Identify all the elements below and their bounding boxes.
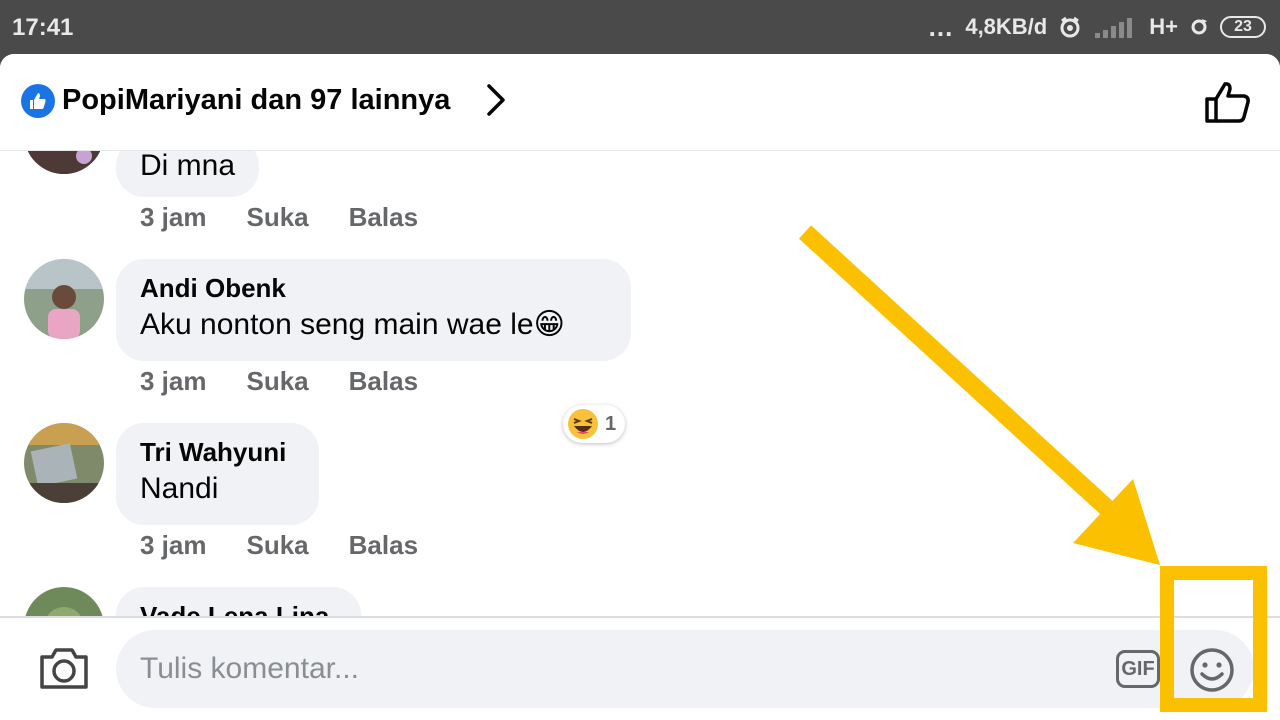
laughing-face-icon bbox=[568, 409, 598, 439]
reply-link[interactable]: Balas bbox=[349, 530, 418, 561]
comment-text: Aku nonton seng main wae le😁 bbox=[140, 308, 565, 341]
like-link[interactable]: Suka bbox=[247, 366, 309, 397]
avatar[interactable] bbox=[24, 587, 104, 616]
comment-bubble[interactable]: Tri Wahyuni Nandi bbox=[116, 423, 319, 525]
comment-text: Di mna bbox=[140, 149, 236, 182]
thumbs-up-icon[interactable] bbox=[1204, 80, 1252, 129]
comment-input-container[interactable]: GIF bbox=[116, 630, 1254, 708]
sync-icon bbox=[1190, 18, 1208, 36]
annotation-highlight-box bbox=[1160, 566, 1267, 712]
comments-sheet: Di mna 3 jam Suka Balas Andi Obenk Aku n… bbox=[0, 54, 1280, 720]
like-link[interactable]: Suka bbox=[247, 530, 309, 561]
comment-time[interactable]: 3 jam bbox=[140, 366, 207, 397]
signal-icon bbox=[1093, 16, 1137, 38]
like-link[interactable]: Suka bbox=[247, 202, 309, 233]
comment-actions: 3 jam Suka Balas bbox=[140, 202, 418, 233]
chevron-right-icon[interactable] bbox=[484, 82, 508, 123]
status-bar: 17:41 ... 4,8KB/d H+ 23 bbox=[0, 0, 1280, 54]
comment-time[interactable]: 3 jam bbox=[140, 530, 207, 561]
reply-link[interactable]: Balas bbox=[349, 366, 418, 397]
status-dots: ... bbox=[928, 12, 954, 42]
comment-author[interactable]: Andi Obenk bbox=[140, 271, 607, 305]
reaction-count: 1 bbox=[605, 412, 617, 435]
reaction-badge[interactable]: 1 bbox=[563, 405, 625, 443]
gif-label: GIF bbox=[1121, 657, 1155, 680]
alarm-icon bbox=[1059, 16, 1081, 38]
reply-link[interactable]: Balas bbox=[349, 202, 418, 233]
camera-icon[interactable] bbox=[38, 645, 90, 696]
network-type: H+ bbox=[1149, 14, 1178, 39]
comment-bubble[interactable]: Vade Lena Lina bbox=[116, 587, 361, 616]
header-title[interactable]: PopiMariyani dan 97 lainnya bbox=[62, 84, 450, 117]
comment-time[interactable]: 3 jam bbox=[140, 202, 207, 233]
status-icons: ... 4,8KB/d H+ 23 bbox=[929, 12, 1266, 42]
comment-text: Nandi bbox=[140, 472, 219, 505]
comment-input[interactable] bbox=[140, 646, 1040, 692]
comment-actions: 3 jam Suka Balas bbox=[140, 530, 418, 561]
avatar[interactable] bbox=[24, 259, 104, 339]
status-time: 17:41 bbox=[12, 14, 74, 41]
like-badge-icon bbox=[21, 84, 55, 118]
comment-composer: GIF bbox=[0, 616, 1280, 720]
network-speed: 4,8KB/d bbox=[965, 14, 1048, 39]
battery-icon: 23 bbox=[1220, 16, 1266, 38]
gif-icon[interactable]: GIF bbox=[1116, 650, 1160, 688]
reactions-header[interactable]: PopiMariyani dan 97 lainnya bbox=[0, 54, 1280, 151]
avatar[interactable] bbox=[24, 423, 104, 503]
comment-actions: 3 jam Suka Balas bbox=[140, 366, 418, 397]
comment-author[interactable]: Tri Wahyuni bbox=[140, 435, 295, 469]
comment-author[interactable]: Vade Lena Lina bbox=[140, 599, 337, 616]
comment-bubble[interactable]: Andi Obenk Aku nonton seng main wae le😁 bbox=[116, 259, 631, 361]
battery-level: 23 bbox=[1234, 18, 1252, 35]
